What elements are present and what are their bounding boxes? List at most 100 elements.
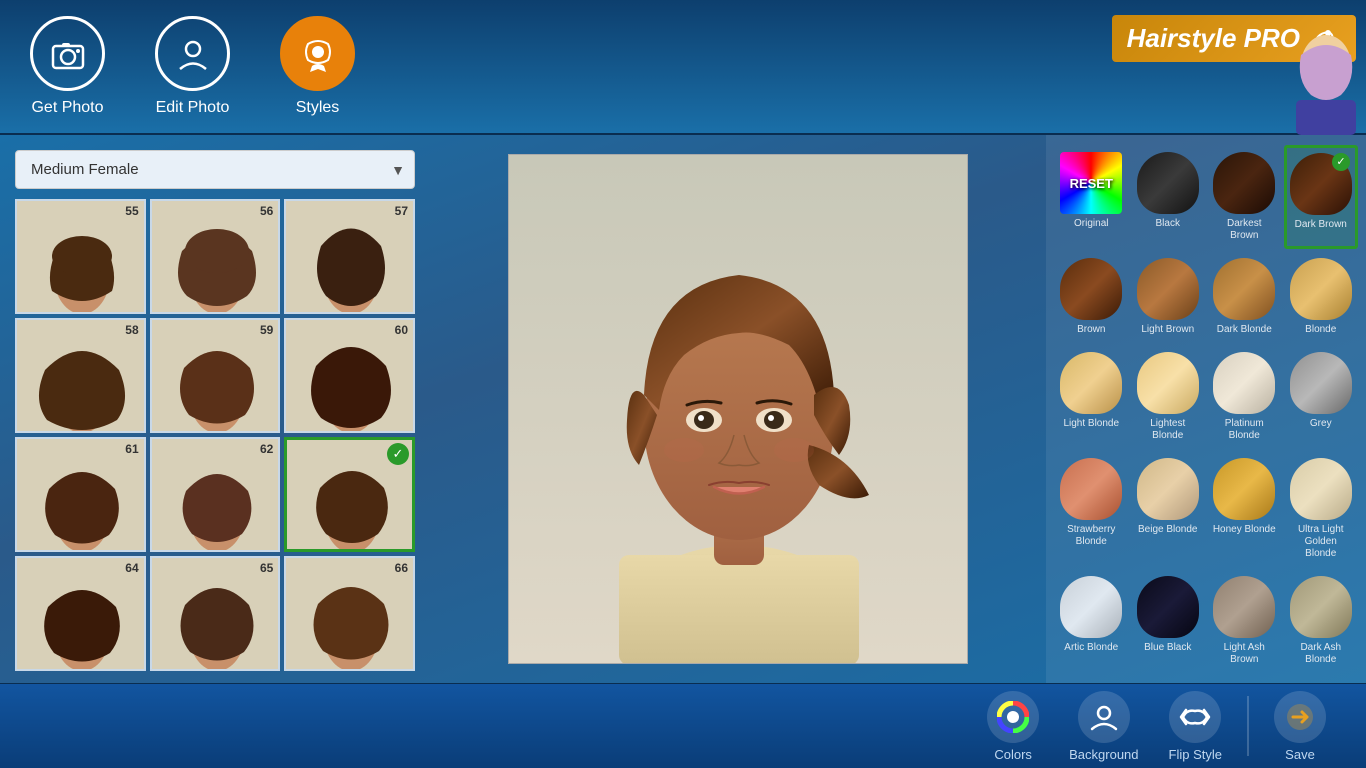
flip-style-label: Flip Style xyxy=(1169,747,1222,762)
color-label-light-blonde: Light Blonde xyxy=(1063,418,1119,430)
color-item-blonde[interactable]: Blonde xyxy=(1284,251,1359,343)
background-button[interactable]: Background xyxy=(1069,691,1138,762)
style-category-dropdown-container: Medium Female Short Female Long Female S… xyxy=(15,150,415,189)
color-item-light-ash-brown[interactable]: Light Ash Brown xyxy=(1207,569,1282,673)
color-label-honey-blonde: Honey Blonde xyxy=(1213,524,1276,536)
color-label-original: Original xyxy=(1074,218,1108,230)
color-swatch-beige-blonde xyxy=(1137,458,1199,520)
color-label-dark-blonde: Dark Blonde xyxy=(1217,324,1272,336)
color-swatch-dark-blonde xyxy=(1213,258,1275,320)
background-label: Background xyxy=(1069,747,1138,762)
color-item-blue-black[interactable]: Blue Black xyxy=(1131,569,1206,673)
color-item-black[interactable]: Black xyxy=(1131,145,1206,249)
color-item-light-brown[interactable]: Light Brown xyxy=(1131,251,1206,343)
style-item-60[interactable]: 60 xyxy=(284,318,415,433)
color-swatch-black xyxy=(1137,152,1199,214)
style-item-62[interactable]: 62 xyxy=(150,437,281,552)
style-item-55[interactable]: 55 xyxy=(15,199,146,314)
color-label-lightest-blonde: Lightest Blonde xyxy=(1136,418,1201,442)
color-item-dark-brown[interactable]: Dark Brown xyxy=(1284,145,1359,249)
style-item-64[interactable]: 64 xyxy=(15,556,146,671)
color-swatch-blue-black xyxy=(1137,576,1199,638)
color-label-ultra-light: Ultra Light Golden Blonde xyxy=(1289,524,1354,560)
header: Get Photo Edit Photo Styles Hairstyle PR… xyxy=(0,0,1366,135)
preview-illustration xyxy=(509,155,968,664)
style-item-66[interactable]: 66 xyxy=(284,556,415,671)
style-item-65[interactable]: 65 xyxy=(150,556,281,671)
color-swatch-artic-blonde xyxy=(1060,576,1122,638)
edit-photo-label: Edit Photo xyxy=(156,99,230,117)
color-label-beige-blonde: Beige Blonde xyxy=(1138,524,1198,536)
color-swatch-strawberry-blonde xyxy=(1060,458,1122,520)
main-content: Medium Female Short Female Long Female S… xyxy=(0,135,1366,683)
bottom-bar: Colors Background Flip Style xyxy=(0,683,1366,768)
background-icon xyxy=(1078,691,1130,743)
color-swatch-ultra-light xyxy=(1290,458,1352,520)
style-item-59[interactable]: 59 xyxy=(150,318,281,433)
colors-icon xyxy=(987,691,1039,743)
camera-icon xyxy=(30,16,105,91)
color-label-black: Black xyxy=(1156,218,1180,230)
logo-area: Hairstyle PRO xyxy=(1086,0,1366,135)
color-grid: RESET Original Black Darkest Brown Dark … xyxy=(1054,145,1358,673)
color-label-blonde: Blonde xyxy=(1305,324,1336,336)
color-label-dark-ash-blonde: Dark Ash Blonde xyxy=(1289,642,1354,666)
color-label-dark-brown: Dark Brown xyxy=(1295,219,1347,231)
color-swatch-light-brown xyxy=(1137,258,1199,320)
nav-edit-photo[interactable]: Edit Photo xyxy=(155,16,230,117)
style-item-61[interactable]: 61 xyxy=(15,437,146,552)
right-panel: RESET Original Black Darkest Brown Dark … xyxy=(1046,135,1366,683)
color-item-brown[interactable]: Brown xyxy=(1054,251,1129,343)
color-item-grey[interactable]: Grey xyxy=(1284,345,1359,449)
color-item-dark-ash-blonde[interactable]: Dark Ash Blonde xyxy=(1284,569,1359,673)
nav-get-photo[interactable]: Get Photo xyxy=(30,16,105,117)
flip-style-icon xyxy=(1169,691,1221,743)
save-button[interactable]: Save xyxy=(1274,691,1326,762)
color-item-platinum-blonde[interactable]: Platinum Blonde xyxy=(1207,345,1282,449)
style-item-63[interactable]: ✓ xyxy=(284,437,415,552)
color-item-strawberry-blonde[interactable]: Strawberry Blonde xyxy=(1054,451,1129,567)
color-swatch-darkest-brown xyxy=(1213,152,1275,214)
color-swatch-light-blonde xyxy=(1060,352,1122,414)
photo-preview xyxy=(508,154,968,664)
color-item-dark-blonde[interactable]: Dark Blonde xyxy=(1207,251,1282,343)
color-swatch-honey-blonde xyxy=(1213,458,1275,520)
toolbar-divider xyxy=(1247,696,1249,756)
color-swatch-blonde xyxy=(1290,258,1352,320)
get-photo-label: Get Photo xyxy=(31,99,103,117)
colors-label: Colors xyxy=(994,747,1032,762)
color-item-artic-blonde[interactable]: Artic Blonde xyxy=(1054,569,1129,673)
left-panel: Medium Female Short Female Long Female S… xyxy=(0,135,430,683)
flip-style-button[interactable]: Flip Style xyxy=(1169,691,1222,762)
color-label-light-ash-brown: Light Ash Brown xyxy=(1212,642,1277,666)
color-item-beige-blonde[interactable]: Beige Blonde xyxy=(1131,451,1206,567)
color-swatch-dark-ash-blonde xyxy=(1290,576,1352,638)
style-item-58[interactable]: 58 xyxy=(15,318,146,433)
color-swatch-original: RESET xyxy=(1060,152,1122,214)
color-swatch-grey xyxy=(1290,352,1352,414)
color-item-ultra-light[interactable]: Ultra Light Golden Blonde xyxy=(1284,451,1359,567)
color-label-light-brown: Light Brown xyxy=(1141,324,1194,336)
selected-check-icon: ✓ xyxy=(387,443,409,465)
color-item-darkest-brown[interactable]: Darkest Brown xyxy=(1207,145,1282,249)
color-label-grey: Grey xyxy=(1310,418,1332,430)
style-item-56[interactable]: 56 xyxy=(150,199,281,314)
color-swatch-light-ash-brown xyxy=(1213,576,1275,638)
color-label-darkest-brown: Darkest Brown xyxy=(1212,218,1277,242)
center-panel xyxy=(430,135,1046,683)
styles-grid: 55 56 57 xyxy=(15,199,415,671)
color-label-artic-blonde: Artic Blonde xyxy=(1064,642,1118,654)
style-category-dropdown[interactable]: Medium Female Short Female Long Female S… xyxy=(15,150,415,189)
color-swatch-dark-brown xyxy=(1290,153,1352,215)
color-label-strawberry-blonde: Strawberry Blonde xyxy=(1059,524,1124,548)
color-label-blue-black: Blue Black xyxy=(1144,642,1191,654)
colors-button[interactable]: Colors xyxy=(987,691,1039,762)
save-label: Save xyxy=(1285,747,1315,762)
color-item-light-blonde[interactable]: Light Blonde xyxy=(1054,345,1129,449)
styles-icon xyxy=(280,16,355,91)
color-item-original[interactable]: RESET Original xyxy=(1054,145,1129,249)
style-item-57[interactable]: 57 xyxy=(284,199,415,314)
color-item-lightest-blonde[interactable]: Lightest Blonde xyxy=(1131,345,1206,449)
nav-styles[interactable]: Styles xyxy=(280,16,355,117)
color-item-honey-blonde[interactable]: Honey Blonde xyxy=(1207,451,1282,567)
